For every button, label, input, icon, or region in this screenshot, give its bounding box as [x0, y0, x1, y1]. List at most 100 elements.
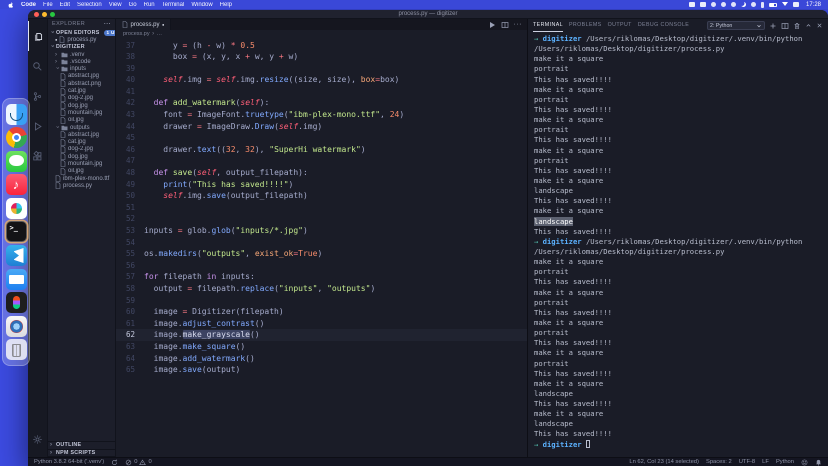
- code-line-65[interactable]: 65 image.save(output): [116, 364, 527, 376]
- panel-tab-terminal[interactable]: TERMINAL: [533, 20, 563, 32]
- status-lf[interactable]: LF: [762, 459, 769, 465]
- python-interpreter-status[interactable]: Python 3.8.2 64-bit ('.venv'): [34, 459, 104, 465]
- explorer-item-mountain-jpg[interactable]: mountain.jpg: [48, 160, 115, 167]
- search-icon[interactable]: [28, 51, 48, 81]
- code-lines[interactable]: 37 y = (h - w) * 0.538 box = (x, y, x + …: [116, 38, 527, 458]
- code-line-64[interactable]: 64 image.add_watermark(): [116, 353, 527, 365]
- split-editor-icon[interactable]: [501, 21, 509, 29]
- code-line-45[interactable]: 45: [116, 132, 527, 144]
- apple-icon[interactable]: [7, 1, 14, 9]
- code-line-61[interactable]: 61 image.adjust_contrast(): [116, 318, 527, 330]
- code-line-39[interactable]: 39: [116, 63, 527, 75]
- menu-view[interactable]: View: [109, 2, 122, 8]
- dock-chrome-icon[interactable]: [6, 127, 27, 148]
- status-ln-62-col-23-14-selected[interactable]: Ln 62, Col 23 (14 selected): [629, 459, 699, 465]
- explorer-item--vscode[interactable]: ›.vscode: [48, 58, 115, 65]
- moon-icon[interactable]: [741, 2, 746, 7]
- run-python-file-button[interactable]: [488, 21, 496, 29]
- explorer-item-dog-2-jpg[interactable]: dog-2.jpg: [48, 146, 115, 153]
- code-line-50[interactable]: 50 self.img.save(output_filepath): [116, 190, 527, 202]
- diagnostics-status[interactable]: 0 0: [125, 459, 151, 466]
- display-icon[interactable]: [793, 2, 799, 7]
- code-line-54[interactable]: 54: [116, 237, 527, 249]
- dock-slack-icon[interactable]: [6, 198, 27, 219]
- maximize-panel-icon[interactable]: [805, 22, 812, 29]
- breadcrumb-more[interactable]: …: [157, 31, 163, 37]
- code-line-37[interactable]: 37 y = (h - w) * 0.5: [116, 40, 527, 52]
- status-python[interactable]: Python: [776, 459, 794, 465]
- menu-window[interactable]: Window: [191, 2, 212, 8]
- explorer-item-process-py[interactable]: ●process.py: [48, 36, 115, 43]
- dock-messages-icon[interactable]: [6, 151, 27, 172]
- explorer-item-dog-jpg[interactable]: dog.jpg: [48, 153, 115, 160]
- explorer-item-process-py[interactable]: process.py: [48, 182, 115, 189]
- camera-icon[interactable]: [731, 2, 736, 7]
- code-line-47[interactable]: 47: [116, 155, 527, 167]
- menu-bar-clock[interactable]: 17:28: [806, 2, 821, 8]
- explorer-item--venv[interactable]: ›.venv: [48, 51, 115, 58]
- wifi-icon[interactable]: [782, 2, 788, 7]
- status-spaces-2[interactable]: Spaces: 2: [706, 459, 732, 465]
- more-actions-icon[interactable]: ···: [514, 21, 523, 28]
- explorer-section-outline[interactable]: ›OUTLINE: [48, 442, 115, 450]
- menu-go[interactable]: Go: [129, 2, 137, 8]
- menu-edit[interactable]: Edit: [60, 2, 70, 8]
- explorer-more-actions-icon[interactable]: ⋯: [104, 20, 111, 28]
- explorer-item-inputs[interactable]: ›inputs: [48, 65, 115, 72]
- close-window-button[interactable]: [34, 12, 39, 17]
- menu-help[interactable]: Help: [220, 2, 232, 8]
- explorer-section-open-editors[interactable]: ›OPEN EDITORS1 UNSAVED: [48, 29, 115, 36]
- breadcrumb[interactable]: process.py › …: [116, 30, 527, 38]
- menu-selection[interactable]: Selection: [77, 2, 102, 8]
- stats-icon[interactable]: [711, 2, 716, 7]
- shell-selector-dropdown[interactable]: 2: Python: [707, 21, 765, 30]
- explorer-item-abstract-png[interactable]: abstract.png: [48, 80, 115, 87]
- sync-icon[interactable]: [111, 459, 118, 466]
- minimize-window-button[interactable]: [42, 12, 47, 17]
- code-line-44[interactable]: 44 drawer = ImageDraw.Draw(self.img): [116, 121, 527, 133]
- explorer-item-mountain-jpg[interactable]: mountain.jpg: [48, 109, 115, 116]
- dock-finder-icon[interactable]: [6, 104, 27, 125]
- dock-mail-icon[interactable]: [6, 269, 27, 290]
- menu-file[interactable]: File: [43, 2, 53, 8]
- menu-code[interactable]: Code: [21, 2, 36, 8]
- code-line-49[interactable]: 49 print("This has saved!!!!"): [116, 179, 527, 191]
- dock-trash-icon[interactable]: [6, 339, 27, 360]
- dock-terminal-icon[interactable]: [6, 221, 27, 242]
- explorer-item-cat-jpg[interactable]: cat.jpg: [48, 138, 115, 145]
- folder-icon[interactable]: [700, 2, 706, 7]
- panel-tab-problems[interactable]: PROBLEMS: [569, 20, 602, 32]
- code-line-63[interactable]: 63 image.make_square(): [116, 341, 527, 353]
- code-line-57[interactable]: 57for filepath in inputs:: [116, 271, 527, 283]
- explorer-item-abstract-jpg[interactable]: abstract.jpg: [48, 73, 115, 80]
- dock-music-icon[interactable]: [6, 174, 27, 195]
- bell-icon[interactable]: [815, 459, 822, 466]
- code-line-42[interactable]: 42 def add_watermark(self):: [116, 97, 527, 109]
- menu-run[interactable]: Run: [144, 2, 155, 8]
- dock-photo-booth-icon[interactable]: [6, 316, 27, 337]
- code-line-55[interactable]: 55os.makedirs("outputs", exist_ok=True): [116, 248, 527, 260]
- split-terminal-icon[interactable]: [781, 22, 789, 30]
- close-panel-icon[interactable]: [816, 22, 823, 29]
- screen-mirroring-icon[interactable]: [689, 2, 695, 7]
- explorer-item-dog-2-jpg[interactable]: dog-2.jpg: [48, 95, 115, 102]
- smiley-icon[interactable]: [801, 459, 808, 466]
- code-line-56[interactable]: 56: [116, 260, 527, 272]
- code-line-59[interactable]: 59: [116, 295, 527, 307]
- explorer-item-cat-jpg[interactable]: cat.jpg: [48, 87, 115, 94]
- run-debug-icon[interactable]: [28, 111, 48, 141]
- window-title-bar[interactable]: process.py — digitizer: [28, 10, 828, 19]
- code-line-62[interactable]: 62 image.make_grayscale(): [116, 329, 527, 341]
- code-line-60[interactable]: 60 image = Digitizer(filepath): [116, 306, 527, 318]
- breadcrumb-file[interactable]: process.py: [123, 31, 150, 37]
- explorer-item-ibm-plex-mono-ttf[interactable]: ibm-plex-mono.ttf: [48, 175, 115, 182]
- panel-tab-output[interactable]: OUTPUT: [608, 20, 632, 32]
- refresh-icon[interactable]: [751, 2, 756, 7]
- panel-tab-debug-console[interactable]: DEBUG CONSOLE: [638, 20, 689, 32]
- new-terminal-icon[interactable]: [769, 22, 777, 30]
- code-line-40[interactable]: 40 self.img = self.img.resize((size, siz…: [116, 74, 527, 86]
- tab-process-py[interactable]: process.py ●: [116, 19, 171, 30]
- explorer-section-digitizer[interactable]: ›DIGITIZER: [48, 44, 115, 51]
- explorer-item-abstract-jpg[interactable]: abstract.jpg: [48, 131, 115, 138]
- code-line-52[interactable]: 52: [116, 213, 527, 225]
